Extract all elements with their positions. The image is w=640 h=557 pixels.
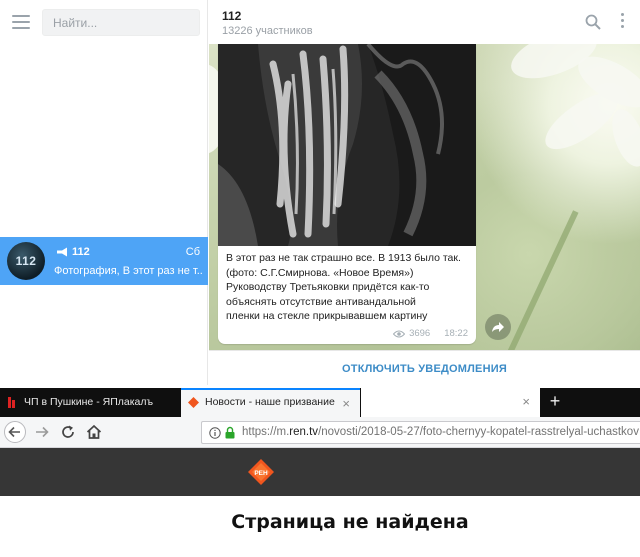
ren-favicon-icon (188, 397, 199, 408)
share-button[interactable] (485, 314, 511, 340)
new-tab-button[interactable]: + (543, 388, 567, 417)
home-button[interactable] (83, 421, 105, 443)
url-path: /novosti/2018-05-27/foto-chernyy-kopatel… (318, 426, 639, 438)
channel-icon (57, 247, 67, 257)
avatar: 112 (7, 242, 45, 280)
message-line: В этот раз не так страшно все. В 1913 бы… (226, 252, 461, 264)
tab-ren-tv[interactable]: Новости - наше призвание. | Р × (181, 388, 360, 417)
chat-panel: 112 13226 участников В этот раз не так с… (209, 0, 640, 385)
tab-strip: ЧП в Пушкине - ЯПлакалъ Новости - наше п… (0, 388, 640, 417)
chat-header[interactable]: 112 13226 участников (209, 0, 640, 44)
forward-button[interactable] (31, 421, 53, 443)
telegram-window: 112 112 Сб Фотография, В этот раз не т..… (0, 0, 640, 385)
home-icon (86, 424, 102, 439)
close-tab-icon[interactable]: × (522, 394, 530, 409)
url-prefix: https://m. (242, 426, 290, 438)
tab-yaplakal[interactable]: ЧП в Пушкине - ЯПлакалъ (0, 388, 180, 417)
menu-icon[interactable] (12, 15, 30, 29)
message-line: пленки на стекле прикрывавшем картину (226, 310, 428, 323)
site-header: РЕН (0, 448, 640, 496)
chat-title: 112 (222, 9, 242, 23)
chat-footer: ОТКЛЮЧИТЬ УВЕДОМЛЕНИЯ (209, 350, 640, 385)
search-input[interactable] (42, 9, 200, 36)
views-count: 3696 (409, 328, 431, 339)
message-line: (фото: С.Г.Смирнова. «Новое Время») (226, 266, 414, 279)
chat-name: 112 (72, 246, 90, 258)
message-text: В этот раз не так страшно все. В 1913 бы… (226, 251, 472, 324)
yaplakal-favicon-icon (8, 397, 15, 408)
message-bubble: В этот раз не так страшно все. В 1913 бы… (218, 44, 476, 344)
message-time: 18:22 (444, 328, 468, 339)
eye-icon (393, 330, 406, 337)
url-host: ren.tv (289, 426, 319, 438)
arrow-right-icon (36, 426, 49, 438)
message-meta: 3696 18:22 (393, 328, 468, 339)
more-icon[interactable] (621, 13, 625, 31)
tab-title: Новости - наше призвание. | Р (205, 396, 335, 408)
members-count: 13226 участников (222, 25, 313, 37)
page-content: Страница не найдена (0, 496, 640, 557)
url-bar[interactable]: https://m.ren.tv/novosti/2018-05-27/foto… (201, 421, 640, 444)
share-icon (492, 322, 504, 332)
message-line: Руководству Третьяковки придётся как-то (226, 281, 430, 294)
lock-icon[interactable] (225, 426, 235, 439)
chat-preview: Фотография, В этот раз не т... (54, 265, 202, 277)
message-photo[interactable] (218, 44, 476, 246)
tab-empty[interactable]: × (361, 388, 540, 417)
message-line: объяснять отсутствие антивандальной (226, 295, 416, 308)
chat-list-item[interactable]: 112 112 Сб Фотография, В этот раз не т..… (0, 237, 208, 285)
reload-button[interactable] (57, 421, 79, 443)
page-title: Страница не найдена (231, 511, 469, 533)
ren-tv-logo[interactable]: РЕН (248, 459, 274, 485)
info-icon[interactable] (209, 427, 221, 439)
arrow-left-icon (8, 426, 20, 438)
sidebar: 112 112 Сб Фотография, В этот раз не т..… (0, 0, 208, 385)
logo-text: РЕН (254, 470, 268, 477)
unmute-button[interactable]: ОТКЛЮЧИТЬ УВЕДОМЛЕНИЯ (209, 363, 640, 375)
avatar-text: 112 (15, 254, 37, 268)
search-icon[interactable] (585, 14, 601, 30)
chat-day: Сб (185, 246, 200, 258)
back-button[interactable] (4, 421, 26, 443)
navigation-bar: https://m.ren.tv/novosti/2018-05-27/foto… (0, 417, 640, 448)
tab-title: ЧП в Пушкине - ЯПлакалъ (24, 396, 154, 408)
reload-icon (62, 425, 74, 438)
browser-window: ЧП в Пушкине - ЯПлакалъ Новости - наше п… (0, 388, 640, 557)
close-tab-icon[interactable]: × (342, 396, 350, 411)
